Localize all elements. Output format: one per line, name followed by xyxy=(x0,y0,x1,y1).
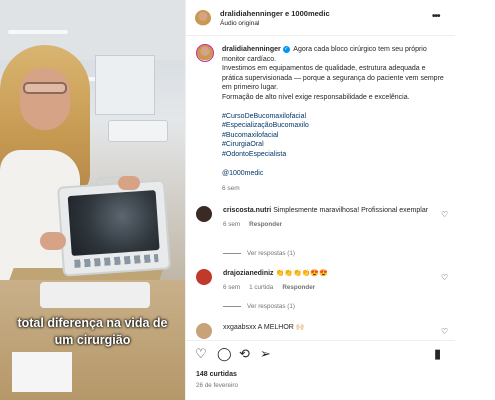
audio-link[interactable]: Áudio original xyxy=(220,20,259,27)
caption-text-line2: Investimos em equipamentos de qualidade,… xyxy=(222,65,444,92)
packing-foam xyxy=(40,282,150,308)
post-caption: dralidiahenninger ✓ Agora cada bloco cirú… xyxy=(222,45,447,194)
hashtag-link[interactable]: #OdontoEspecialista xyxy=(222,150,447,160)
comment-like-heart-icon[interactable]: ♡ xyxy=(441,273,448,282)
bookmark-icon[interactable]: ▮ xyxy=(434,347,441,361)
heart-icon[interactable]: ♡ xyxy=(195,347,207,361)
comment-username[interactable]: xxgaabsxx xyxy=(223,324,256,331)
comment-text: Simplesmente maravilhosa! Profissional e… xyxy=(273,207,429,214)
divider-dash xyxy=(223,305,241,307)
glasses xyxy=(23,82,67,94)
reply-button[interactable]: Responder xyxy=(249,221,282,228)
page-background xyxy=(455,0,495,400)
comment-avatar[interactable] xyxy=(196,269,212,285)
view-replies-button[interactable]: Ver respostas (1) xyxy=(223,303,295,310)
view-replies-button[interactable]: Ver respostas (1) xyxy=(223,250,295,257)
ceiling-light xyxy=(8,30,68,34)
view-replies-label: Ver respostas (1) xyxy=(247,250,295,257)
view-replies-label: Ver respostas (1) xyxy=(247,303,295,310)
hand xyxy=(40,232,66,250)
wall-panel xyxy=(95,55,155,115)
author-avatar[interactable] xyxy=(195,10,211,26)
monitor-screen xyxy=(67,190,160,257)
hashtag-link[interactable]: #CirurgiaOral xyxy=(222,140,447,150)
caption-text-line3: Formação de alto nível exige responsabil… xyxy=(222,93,410,101)
comment-text: A MELHOR 🙌🏻 xyxy=(257,324,305,331)
air-conditioner xyxy=(108,120,168,142)
caption-author-avatar[interactable] xyxy=(196,44,214,62)
post-media-video[interactable]: total diferença na vida de um cirurgião xyxy=(0,0,185,400)
share-icon[interactable]: ➢ xyxy=(260,347,271,361)
divider-dash xyxy=(223,252,241,254)
comment-username[interactable]: criscosta.nutri xyxy=(223,207,271,214)
comment-like-heart-icon[interactable]: ♡ xyxy=(441,327,448,336)
comment-avatar[interactable] xyxy=(196,323,212,339)
reply-button[interactable]: Responder xyxy=(282,284,315,291)
action-bar: ♡ ◯ ⟲ ➢ ▮ 148 curtidas 26 de fevereiro xyxy=(186,340,456,400)
comment-text: 👏👏👏👏😍😍 xyxy=(275,270,328,277)
mention-link[interactable]: @1000medic xyxy=(222,169,447,179)
post-authors[interactable]: dralidiahenninger e 1000medic xyxy=(220,9,330,18)
hashtag-link[interactable]: #Bucomaxilofacial xyxy=(222,131,447,141)
repost-icon[interactable]: ⟲ xyxy=(239,347,250,361)
comment-likes[interactable]: 1 curtida xyxy=(249,284,273,291)
post-details-panel: dralidiahenninger e 1000medic Áudio orig… xyxy=(185,0,456,400)
video-caption-line2: um cirurgião xyxy=(54,333,131,347)
likes-count[interactable]: 148 curtidas xyxy=(196,371,237,378)
post-date[interactable]: 26 de fevereiro xyxy=(196,382,238,389)
comment-avatar[interactable] xyxy=(196,206,212,222)
verified-badge-icon: ✓ xyxy=(282,45,290,53)
comment-time[interactable]: 6 sem xyxy=(223,284,240,291)
hashtag-link[interactable]: #CursoDeBucomaxilofacial xyxy=(222,112,447,122)
cardiac-monitor xyxy=(56,179,172,277)
comment-like-heart-icon[interactable]: ♡ xyxy=(441,210,448,219)
comment-username[interactable]: drajozianediniz xyxy=(223,270,274,277)
comment-icon[interactable]: ◯ xyxy=(217,347,232,361)
hashtag-link[interactable]: #EspecializaçãoBucomaxilo xyxy=(222,121,447,131)
post-header: dralidiahenninger e 1000medic Áudio orig… xyxy=(186,0,456,36)
person-face xyxy=(20,68,70,130)
video-caption-line1: total diferença na vida de xyxy=(17,316,168,330)
more-horizontal-icon[interactable]: ••• xyxy=(432,11,440,22)
hashtag-list: #CursoDeBucomaxilofacial #Especialização… xyxy=(222,112,447,160)
caption-username[interactable]: dralidiahenninger xyxy=(222,46,281,53)
post-time[interactable]: 6 sem xyxy=(222,184,447,194)
monitor-keys xyxy=(74,253,159,268)
hand xyxy=(118,176,140,190)
box-label xyxy=(12,352,72,392)
comment-time[interactable]: 6 sem xyxy=(223,221,240,228)
